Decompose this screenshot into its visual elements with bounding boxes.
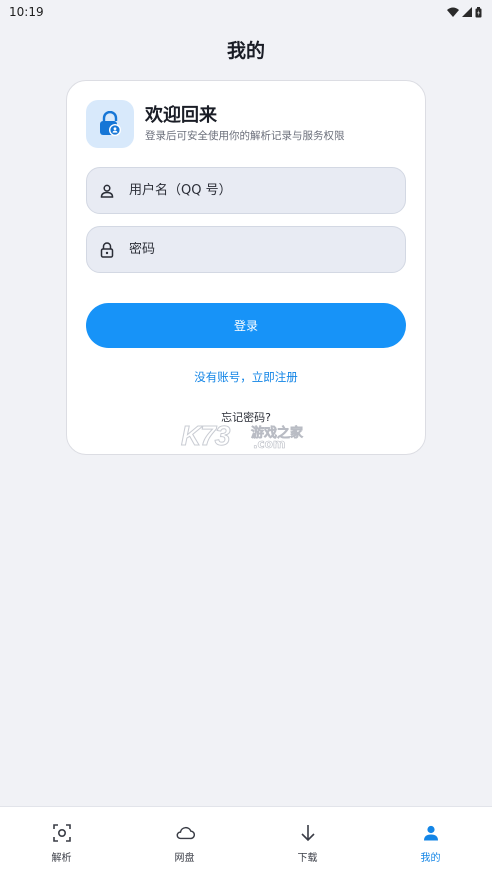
- nav-label-mine: 我的: [420, 853, 441, 864]
- nav-item-cloud[interactable]: 网盘: [123, 807, 246, 875]
- status-icons: [447, 6, 482, 18]
- lock-icon: [99, 241, 115, 258]
- cloud-icon: [175, 823, 195, 843]
- nav-label-cloud: 网盘: [174, 853, 195, 864]
- nav-label-parse: 解析: [51, 853, 72, 864]
- header-text: 欢迎回来 登录后可安全使用你的解析记录与服务权限: [145, 105, 345, 143]
- page-title: 我的: [226, 40, 265, 62]
- user-icon: [421, 823, 441, 843]
- login-button[interactable]: 登录: [86, 303, 406, 348]
- download-icon: [298, 823, 318, 843]
- status-time: 10:19: [9, 5, 44, 19]
- login-card: 欢迎回来 登录后可安全使用你的解析记录与服务权限 登录 没有账号，立即注册 忘记…: [66, 80, 426, 455]
- signal-icon: [462, 7, 472, 17]
- scan-icon: [52, 823, 72, 843]
- username-field[interactable]: [86, 167, 406, 214]
- nav-item-parse[interactable]: 解析: [0, 807, 123, 875]
- battery-icon: [475, 6, 482, 17]
- person-icon: [99, 183, 115, 199]
- welcome-subtitle: 登录后可安全使用你的解析记录与服务权限: [145, 130, 345, 142]
- lock-user-icon: [86, 100, 134, 148]
- bottom-nav: 解析 网盘 下载 我的: [0, 806, 492, 875]
- welcome-title: 欢迎回来: [145, 105, 217, 126]
- password-input[interactable]: [129, 242, 389, 257]
- nav-label-download: 下载: [297, 853, 318, 864]
- wifi-icon: [447, 7, 459, 17]
- status-bar: 10:19: [0, 0, 492, 24]
- card-header: 欢迎回来 登录后可安全使用你的解析记录与服务权限: [86, 100, 345, 148]
- nav-item-download[interactable]: 下载: [246, 807, 369, 875]
- username-input[interactable]: [129, 183, 389, 198]
- register-link[interactable]: 没有账号，立即注册: [67, 369, 425, 385]
- forgot-password-link[interactable]: 忘记密码?: [67, 409, 425, 425]
- password-field[interactable]: [86, 226, 406, 273]
- nav-item-mine[interactable]: 我的: [369, 807, 492, 875]
